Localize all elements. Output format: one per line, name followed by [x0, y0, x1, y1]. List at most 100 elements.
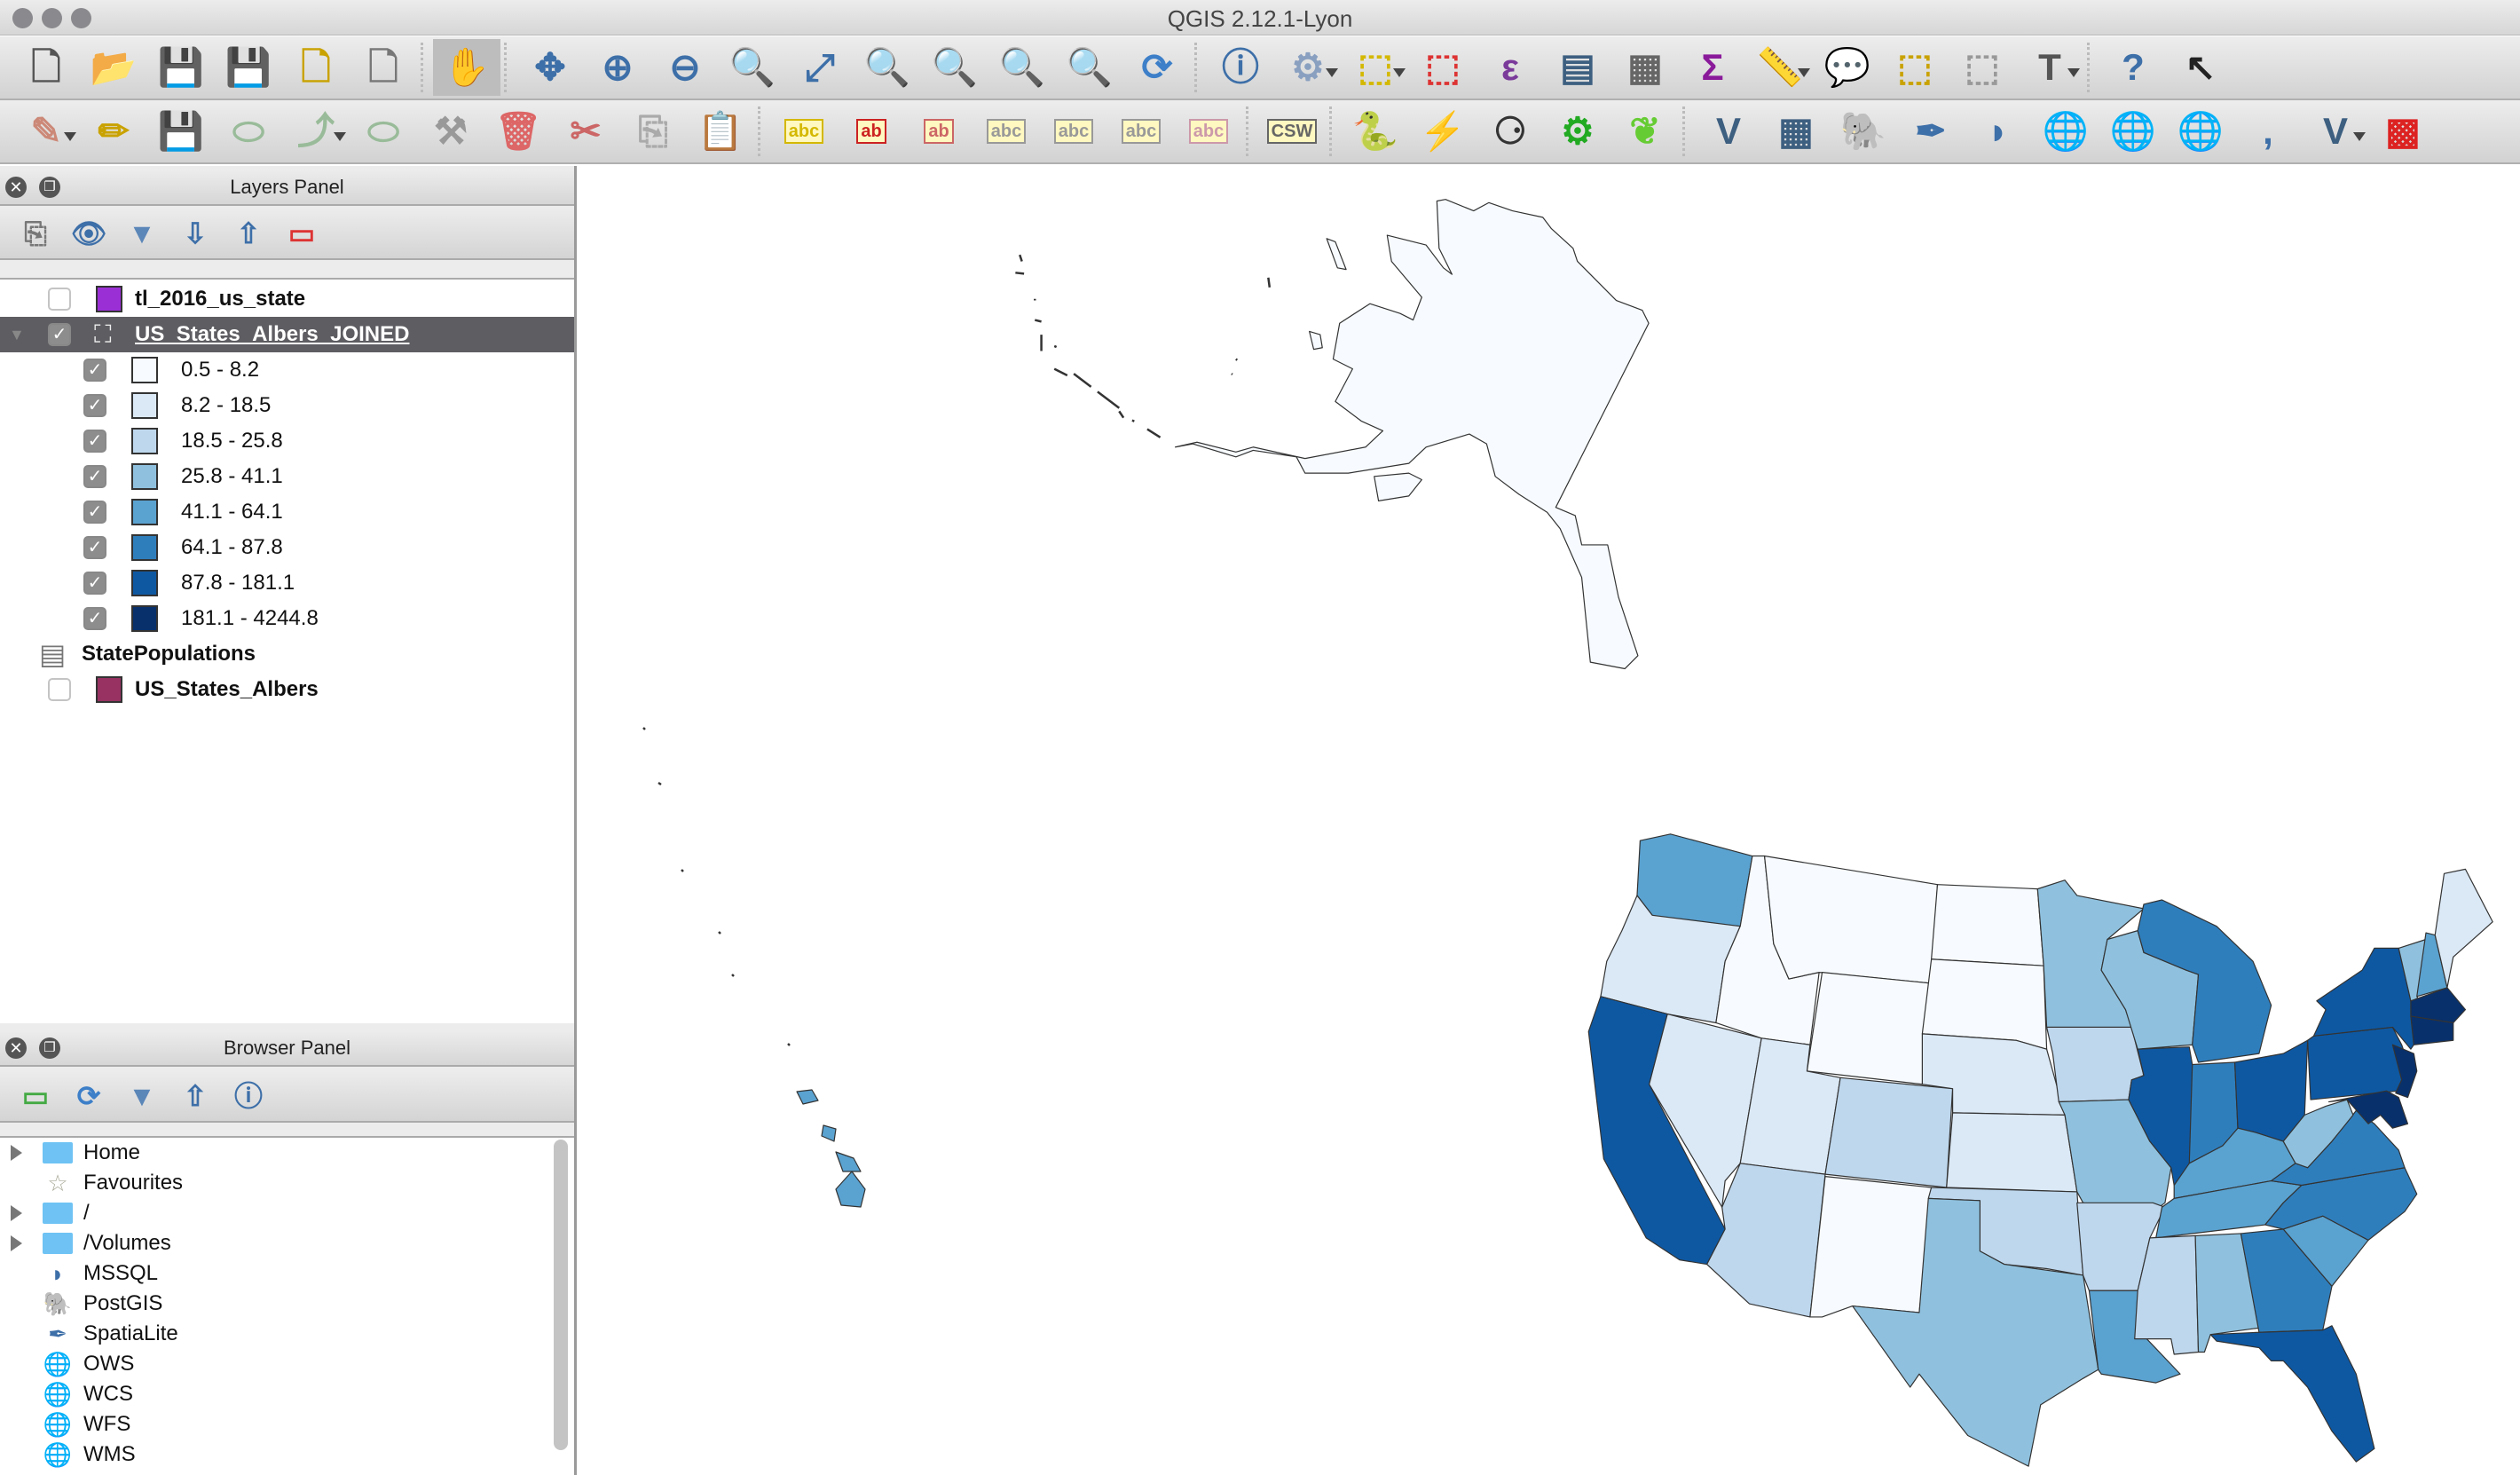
class-visibility-checkbox[interactable]: ✓	[83, 465, 106, 488]
select-by-expression-button[interactable]: ε	[1477, 39, 1544, 96]
delete-selected-button[interactable]: 🗑	[484, 103, 552, 160]
show-bookmarks-button[interactable]: ⬚	[1949, 39, 2016, 96]
browser-item[interactable]: /Volumes	[0, 1228, 550, 1258]
browser-item[interactable]: 🌐 OWS	[0, 1349, 550, 1379]
layer-visibility-checkbox[interactable]: ✓	[48, 323, 71, 346]
browser-item[interactable]: ✒ SpatiaLite	[0, 1319, 550, 1349]
new-project-button[interactable]: 🗋	[12, 39, 80, 96]
help-button[interactable]: ?	[2099, 39, 2167, 96]
add-spatialite-button[interactable]: ✒	[1897, 103, 1965, 160]
legend-class-item[interactable]: ✓ 41.1 - 64.1	[0, 494, 574, 530]
collapse-arrow-icon[interactable]: ▼	[9, 327, 25, 343]
deselect-button[interactable]: ⬚	[1409, 39, 1477, 96]
layer-labeling-button[interactable]: ab	[838, 103, 905, 160]
zoom-full-button[interactable]: ⤢	[786, 39, 854, 96]
close-icon[interactable]: ✕	[5, 177, 27, 198]
browser-scrollbar[interactable]	[554, 1140, 568, 1450]
layer-item[interactable]: ▤ StatePopulations	[0, 636, 574, 672]
browser-item[interactable]: 🌐 WMS	[0, 1440, 550, 1470]
layer-item[interactable]: tl_2016_us_state	[0, 281, 574, 317]
browser-item[interactable]: /	[0, 1198, 550, 1228]
labeling-button[interactable]: abc	[770, 103, 838, 160]
python-button[interactable]: 🐍	[1342, 103, 1409, 160]
zoom-to-selection-button[interactable]: 🔍	[854, 39, 921, 96]
float-icon[interactable]: ❐	[39, 177, 60, 198]
zoom-last-button[interactable]: 🔍	[988, 39, 1056, 96]
add-group-button[interactable]: ⎘	[9, 211, 62, 256]
filter-legend-button[interactable]: ▼	[115, 211, 169, 256]
new-layer-button[interactable]: V	[2302, 103, 2369, 160]
paste-features-button[interactable]: 📋	[687, 103, 754, 160]
layer-item[interactable]: ▼ ✓ ⛶ US_States_Albers_JOINED	[0, 317, 574, 352]
refresh-button[interactable]: ⟳	[62, 1074, 115, 1118]
browser-item[interactable]: 🐘 PostGIS	[0, 1289, 550, 1319]
float-icon[interactable]: ❐	[39, 1037, 60, 1059]
layer-visibility-checkbox[interactable]	[48, 288, 71, 311]
class-visibility-checkbox[interactable]: ✓	[83, 536, 106, 559]
add-wcs-button[interactable]: 🌐	[2099, 103, 2167, 160]
oracle-button[interactable]: ▩	[2369, 103, 2437, 160]
expand-all-button[interactable]: ⇩	[169, 211, 222, 256]
legend-class-item[interactable]: ✓ 0.5 - 8.2	[0, 352, 574, 388]
refresh-button[interactable]: ⟳	[1123, 39, 1191, 96]
save-as-button[interactable]: 💾	[215, 39, 282, 96]
class-visibility-checkbox[interactable]: ✓	[83, 394, 106, 417]
pin-labels-button[interactable]: ab	[905, 103, 973, 160]
show-hide-labels-button[interactable]: abc	[973, 103, 1040, 160]
manage-visibility-button[interactable]: 👁	[62, 211, 115, 256]
add-selected-button[interactable]: ▭	[9, 1074, 62, 1118]
remove-layer-button[interactable]: ▭	[275, 211, 328, 256]
toggle-editing-button[interactable]: ✏	[80, 103, 147, 160]
zoom-in-button[interactable]: ⊕	[584, 39, 651, 96]
add-mssql-button[interactable]: ◗	[1965, 103, 2032, 160]
expand-arrow-icon[interactable]	[11, 1205, 30, 1221]
pan-map-button[interactable]: ✋	[433, 39, 500, 96]
text-annotation-button[interactable]: T	[2016, 39, 2083, 96]
add-vector-button[interactable]: V	[1695, 103, 1762, 160]
pan-to-selection-button[interactable]: ✥	[516, 39, 584, 96]
add-part-button[interactable]: ⤴	[282, 103, 350, 160]
add-delimited-button[interactable]: ,	[2234, 103, 2302, 160]
save-project-button[interactable]: 💾	[147, 39, 215, 96]
browser-item[interactable]: ☆ Favourites	[0, 1168, 550, 1198]
current-edits-button[interactable]: ✎	[12, 103, 80, 160]
change-label-button[interactable]: abc	[1175, 103, 1242, 160]
class-visibility-checkbox[interactable]: ✓	[83, 501, 106, 524]
class-visibility-checkbox[interactable]: ✓	[83, 572, 106, 595]
browser-item[interactable]: Home	[0, 1138, 550, 1168]
cut-features-button[interactable]: ✂	[552, 103, 619, 160]
copy-features-button[interactable]: ⎘	[619, 103, 687, 160]
filter-button[interactable]: ▼	[115, 1074, 169, 1118]
expand-arrow-icon[interactable]	[11, 1235, 30, 1251]
zoom-native-button[interactable]: 🔍	[719, 39, 786, 96]
expand-arrow-icon[interactable]	[11, 1145, 30, 1161]
map-tips-button[interactable]: 💬	[1814, 39, 1881, 96]
move-label-button[interactable]: abc	[1040, 103, 1107, 160]
save-edits-button[interactable]: 💾	[147, 103, 215, 160]
properties-button[interactable]: ⓘ	[222, 1074, 275, 1118]
new-print-composer-button[interactable]: 🗋	[282, 39, 350, 96]
class-visibility-checkbox[interactable]: ✓	[83, 359, 106, 382]
node-tool-button[interactable]: ⚒	[417, 103, 484, 160]
collapse-all-button[interactable]: ⇧	[222, 211, 275, 256]
add-wfs-button[interactable]: 🌐	[2167, 103, 2234, 160]
add-wms-button[interactable]: 🌐	[2032, 103, 2099, 160]
legend-class-item[interactable]: ✓ 181.1 - 4244.8	[0, 601, 574, 636]
zoom-to-layer-button[interactable]: 🔍	[921, 39, 988, 96]
add-feature-button[interactable]: ⬭	[215, 103, 282, 160]
class-visibility-checkbox[interactable]: ✓	[83, 607, 106, 630]
whats-this-button[interactable]: ↖	[2167, 39, 2234, 96]
binoculars-button[interactable]: ⚆	[1477, 103, 1544, 160]
processing-button[interactable]: ⚙	[1544, 103, 1611, 160]
action-button[interactable]: ⚙	[1274, 39, 1342, 96]
add-postgis-button[interactable]: 🐘	[1830, 103, 1897, 160]
legend-class-item[interactable]: ✓ 18.5 - 25.8	[0, 423, 574, 459]
zoom-out-button[interactable]: ⊖	[651, 39, 719, 96]
field-calculator-button[interactable]: ▦	[1611, 39, 1679, 96]
plugin-button[interactable]: ⚡	[1409, 103, 1477, 160]
rotate-label-button[interactable]: abc	[1107, 103, 1175, 160]
zoom-next-button[interactable]: 🔍	[1056, 39, 1123, 96]
add-raster-button[interactable]: ▦	[1762, 103, 1830, 160]
legend-class-item[interactable]: ✓ 87.8 - 181.1	[0, 565, 574, 601]
legend-class-item[interactable]: ✓ 8.2 - 18.5	[0, 388, 574, 423]
